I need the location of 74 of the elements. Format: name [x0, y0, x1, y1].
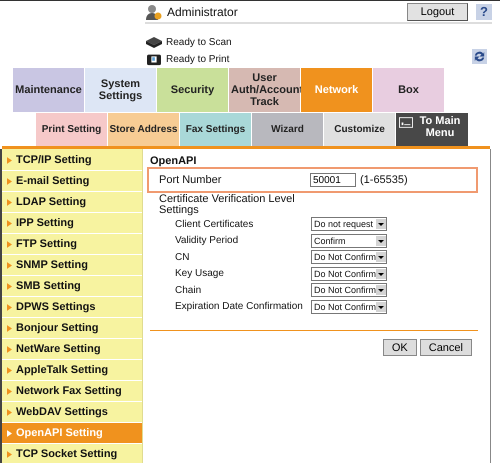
dropdown[interactable]: Do not request	[311, 217, 387, 232]
sidebar-item[interactable]: SMB Setting	[2, 276, 142, 297]
field-label: Chain	[175, 284, 202, 296]
bullet-icon	[7, 408, 12, 416]
section-title: OpenAPI	[150, 155, 198, 167]
menu-tab[interactable]: System Settings	[85, 68, 157, 112]
bullet-icon	[7, 198, 12, 206]
caret-icon	[376, 236, 386, 246]
group-label: Certificate Verification Level Settings	[159, 194, 296, 216]
field-label: Port Number	[159, 174, 222, 186]
bullet-icon	[7, 178, 12, 184]
dropdown[interactable]: Do Not Confirm	[311, 266, 387, 281]
sidebar-item[interactable]: TCP Socket Setting	[2, 444, 142, 463]
bullet-icon	[7, 366, 12, 374]
menu-tab[interactable]: Security	[157, 68, 229, 112]
caret-icon	[376, 285, 386, 296]
user-name: Administrator	[167, 4, 238, 18]
sidebar-item[interactable]: SNMP Setting	[2, 255, 142, 276]
field-label: Validity Period	[175, 235, 240, 246]
bullet-icon	[7, 156, 12, 164]
bullet-icon	[7, 388, 12, 394]
bullet-icon	[7, 282, 12, 290]
dropdown[interactable]: Do Not Confirm	[311, 300, 387, 314]
status-text: Ready to Print	[166, 54, 230, 64]
form-button[interactable]: Cancel	[420, 339, 472, 356]
bullet-icon	[7, 346, 12, 352]
refresh-icon[interactable]	[472, 49, 487, 64]
submenu-tab[interactable]: Fax Settings	[180, 113, 252, 146]
dropdown[interactable]: Confirm	[311, 234, 387, 248]
help-button[interactable]: ?	[476, 4, 492, 20]
caret-icon	[376, 302, 386, 312]
administrator-icon	[145, 4, 163, 20]
sidebar-item[interactable]: FTP Setting	[2, 234, 142, 255]
bullet-icon	[7, 220, 12, 226]
scanner-icon	[145, 35, 163, 49]
sidebar-item[interactable]: AppleTalk Setting	[2, 360, 142, 381]
sidebar-item[interactable]: Bonjour Setting	[2, 318, 142, 339]
submenu-tab[interactable]: Wizard	[252, 113, 324, 146]
range-hint: (1-65535)	[360, 174, 408, 186]
logout-button[interactable]: Logout	[407, 2, 468, 20]
field-label: CN	[175, 252, 190, 263]
menu-icon	[399, 117, 413, 128]
bullet-icon	[7, 450, 12, 458]
field-label: Key Usage	[175, 268, 225, 280]
bullet-icon	[7, 240, 12, 248]
sidebar-item[interactable]: LDAP Setting	[2, 192, 142, 213]
sidebar-item[interactable]: E-mail Setting	[2, 171, 142, 192]
caret-icon	[376, 219, 386, 230]
printer-icon	[145, 52, 163, 66]
sidebar-item[interactable]: DPWS Settings	[2, 297, 142, 318]
submenu-tab[interactable]: Store Address	[108, 113, 180, 146]
bullet-icon	[7, 304, 12, 310]
submenu-tab[interactable]: Customize	[324, 113, 396, 146]
sidebar-item[interactable]: IPP Setting	[2, 213, 142, 234]
form-button[interactable]: OK	[382, 339, 417, 356]
field-label: Client Certificates	[175, 218, 254, 230]
status-text: Ready to Scan	[166, 36, 232, 48]
field-label: Expiration Date Confirmation	[175, 301, 304, 312]
sidebar-item[interactable]: TCP/IP Setting	[2, 150, 142, 171]
menu-tab[interactable]: Maintenance	[13, 68, 85, 112]
sidebar-item[interactable]: NetWare Setting	[2, 339, 142, 360]
menu-tab[interactable]: Box	[373, 68, 445, 112]
menu-tab[interactable]: User Auth/Account Track	[229, 68, 301, 112]
submenu-tab[interactable]: Print Setting	[36, 113, 108, 146]
bullet-icon	[7, 262, 12, 268]
bullet-icon	[7, 430, 12, 436]
bullet-icon	[7, 324, 12, 332]
dropdown[interactable]: Do Not Confirm	[311, 250, 387, 264]
caret-icon	[376, 268, 386, 279]
sidebar-item[interactable]: Network Fax Setting	[2, 381, 142, 402]
port-field[interactable]: 50001	[310, 173, 356, 187]
dropdown[interactable]: Do Not Confirm	[311, 283, 387, 298]
main-menu-button[interactable]: To Main Menu	[396, 113, 468, 146]
caret-icon	[376, 252, 386, 262]
